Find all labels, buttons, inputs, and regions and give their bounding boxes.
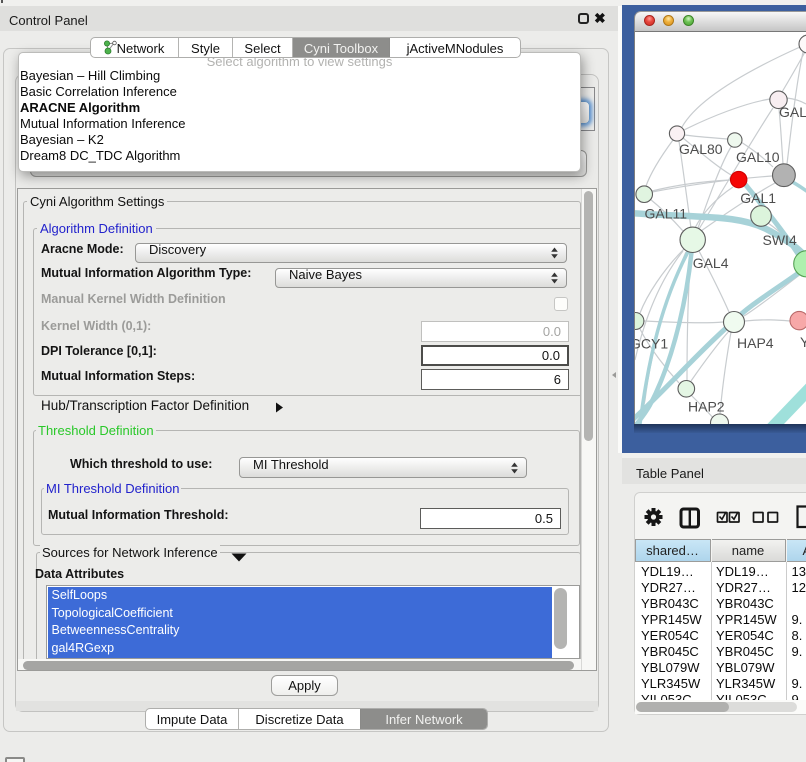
- svg-text:Y: Y: [800, 334, 806, 350]
- svg-text:GAL1: GAL1: [740, 190, 776, 206]
- svg-text:GCY1: GCY1: [635, 336, 668, 352]
- svg-text:HAP4: HAP4: [737, 335, 774, 351]
- svg-text:HAP2: HAP2: [688, 399, 725, 415]
- svg-text:GAL4: GAL4: [693, 255, 729, 271]
- svg-text:GAL7: GAL7: [779, 104, 806, 120]
- svg-text:SWI4: SWI4: [763, 232, 797, 248]
- svg-text:GAL10: GAL10: [736, 149, 780, 165]
- svg-text:GAL11: GAL11: [645, 206, 688, 222]
- svg-text:GAL80: GAL80: [679, 141, 723, 157]
